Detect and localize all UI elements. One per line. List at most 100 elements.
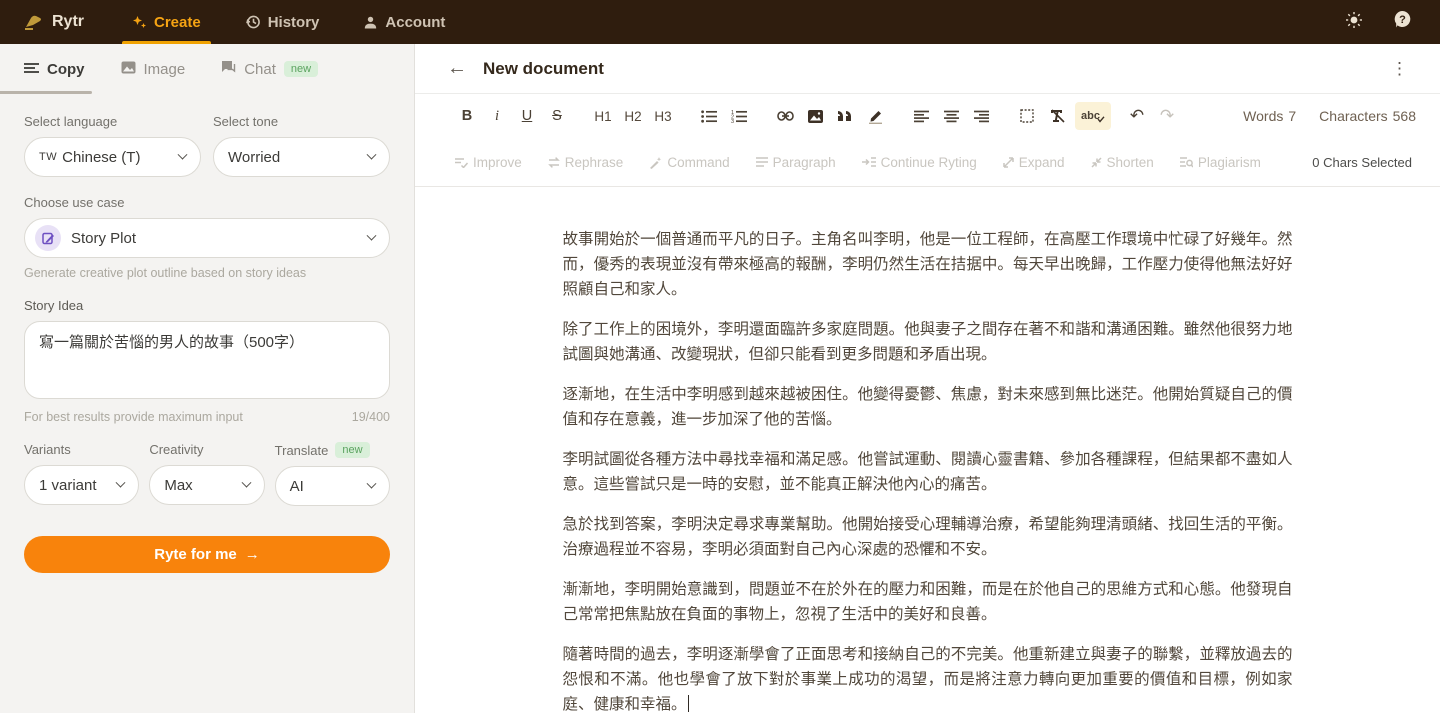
words-label: Words [1243, 108, 1283, 124]
improve-label: Improve [473, 155, 522, 170]
sparkles-icon [132, 15, 147, 30]
use-case-select[interactable]: Story Plot [24, 218, 390, 258]
top-navbar: Rytr Create History Account ? [0, 0, 1440, 44]
svg-text:?: ? [1399, 14, 1406, 26]
story-idea-input[interactable]: 寫一篇關於苦惱的男人的故事（500字） [24, 321, 390, 399]
use-case-helper: Generate creative plot outline based on … [24, 266, 390, 280]
rephrase-label: Rephrase [565, 155, 624, 170]
chevron-down-icon [367, 230, 377, 240]
plagiarism-label: Plagiarism [1198, 155, 1261, 170]
tab-copy-label: Copy [47, 61, 85, 78]
use-case-label: Choose use case [24, 195, 390, 210]
nav-label-history: History [268, 14, 320, 31]
command-label: Command [667, 155, 729, 170]
tab-chat[interactable]: Chat new [221, 60, 318, 78]
paragraph[interactable]: 隨著時間的過去，李明逐漸學會了正面思考和接納自己的不完美。他重新建立與妻子的聯繫… [563, 642, 1293, 713]
translate-label: Translate [275, 443, 329, 458]
improve-button[interactable]: Improve [455, 155, 522, 170]
paragraph[interactable]: 除了工作上的困境外，李明還面臨許多家庭問題。他與妻子之間存在著不和諧和溝通困難。… [563, 317, 1293, 367]
document-editor[interactable]: 故事開始於一個普通而平凡的日子。主角名叫李明，他是一位工程師，在高壓工作環境中忙… [415, 187, 1440, 713]
clear-format-button[interactable] [1045, 102, 1069, 130]
rephrase-button[interactable]: Rephrase [548, 155, 624, 170]
chevron-down-icon [367, 149, 377, 159]
copy-lines-icon [24, 61, 39, 78]
tone-value: Worried [228, 149, 368, 166]
paragraph[interactable]: 漸漸地，李明開始意識到，問題並不在於外在的壓力和困難，而是在於他自己的思維方式和… [563, 577, 1293, 627]
chars-selected-info: 0 Chars Selected [1312, 155, 1412, 170]
rytr-brand[interactable]: Rytr [0, 0, 110, 44]
sidebar-tabs: Copy Image Chat new [0, 44, 414, 94]
shorten-button[interactable]: Shorten [1091, 155, 1154, 170]
paragraph[interactable]: 故事開始於一個普通而平凡的日子。主角名叫李明，他是一位工程師，在高壓工作環境中忙… [563, 227, 1293, 302]
expand-label: Expand [1019, 155, 1065, 170]
kebab-menu-icon[interactable]: ⋮ [1385, 59, 1414, 79]
person-icon [363, 15, 378, 30]
variants-value: 1 variant [39, 477, 117, 494]
plagiarism-button[interactable]: Plagiarism [1180, 155, 1261, 170]
char-counter: 19/400 [352, 410, 390, 424]
undo-button[interactable]: ↶ [1125, 102, 1149, 130]
select-all-button[interactable] [1015, 102, 1039, 130]
shorten-label: Shorten [1107, 155, 1154, 170]
quote-button[interactable] [833, 102, 857, 130]
link-button[interactable] [773, 102, 797, 130]
tone-select[interactable]: Worried [213, 137, 390, 177]
translate-select[interactable]: AI [275, 466, 390, 506]
theme-toggle-icon[interactable] [1345, 11, 1363, 34]
tone-label: Select tone [213, 114, 390, 129]
bold-button[interactable]: B [455, 102, 479, 130]
highlight-button[interactable] [863, 102, 887, 130]
align-left-button[interactable] [909, 102, 933, 130]
nav-item-create[interactable]: Create [110, 0, 223, 44]
ordered-list-button[interactable]: 123 [727, 102, 751, 130]
brand-name: Rytr [52, 13, 84, 31]
align-center-button[interactable] [939, 102, 963, 130]
characters-label: Characters [1319, 108, 1387, 124]
language-value: Chinese (T) [62, 149, 179, 166]
redo-button[interactable]: ↷ [1155, 102, 1179, 130]
expand-button[interactable]: Expand [1003, 155, 1065, 170]
translate-new-badge: new [335, 442, 369, 458]
text-cursor [688, 695, 689, 712]
chevron-down-icon [241, 477, 251, 487]
back-arrow-icon[interactable]: ← [447, 57, 467, 80]
story-plot-icon [35, 225, 61, 251]
bullet-list-button[interactable] [697, 102, 721, 130]
creativity-select[interactable]: Max [149, 465, 264, 505]
image-button[interactable] [803, 102, 827, 130]
translate-value: AI [290, 478, 368, 495]
paragraph[interactable]: 急於找到答案，李明決定尋求專業幫助。他開始接受心理輔導治療，希望能夠理清頭緒、找… [563, 512, 1293, 562]
svg-text:3: 3 [731, 119, 734, 123]
nav-item-account[interactable]: Account [341, 0, 467, 44]
h2-button[interactable]: H2 [621, 102, 645, 130]
language-prefix: TW [39, 151, 57, 163]
underline-button[interactable]: U [515, 102, 539, 130]
strikethrough-button[interactable]: S [545, 102, 569, 130]
sidebar: Copy Image Chat new Select language [0, 44, 415, 713]
paragraph-button[interactable]: Paragraph [756, 155, 836, 170]
ryte-for-me-button[interactable]: Ryte for me → [24, 536, 390, 573]
tab-copy[interactable]: Copy [24, 61, 85, 78]
spellcheck-button[interactable]: abc [1075, 102, 1111, 130]
paragraph[interactable]: 逐漸地，在生活中李明感到越來越被困住。他變得憂鬱、焦慮，對未來感到無比迷茫。他開… [563, 382, 1293, 432]
help-icon[interactable]: ? [1393, 10, 1412, 34]
align-right-button[interactable] [969, 102, 993, 130]
language-select[interactable]: TW Chinese (T) [24, 137, 201, 177]
chevron-down-icon [178, 149, 188, 159]
h3-button[interactable]: H3 [651, 102, 675, 130]
command-button[interactable]: Command [649, 155, 729, 170]
chat-bubble-icon [221, 60, 236, 78]
rytr-logo-icon [24, 14, 44, 30]
continue-ryting-button[interactable]: Continue Ryting [862, 155, 977, 170]
h1-button[interactable]: H1 [591, 102, 615, 130]
tab-image[interactable]: Image [121, 61, 186, 78]
italic-button[interactable]: i [485, 102, 509, 130]
language-label: Select language [24, 114, 201, 129]
document-stats: Words7 Characters568 [1238, 108, 1416, 124]
variants-select[interactable]: 1 variant [24, 465, 139, 505]
formatting-toolbar: B i U S H1 H2 H3 123 [415, 94, 1440, 138]
nav-item-history[interactable]: History [223, 0, 342, 44]
paragraph[interactable]: 李明試圖從各種方法中尋找幸福和滿足感。他嘗試運動、閱讀心靈書籍、參加各種課程，但… [563, 447, 1293, 497]
document-title[interactable]: New document [483, 59, 604, 79]
nav-label-account: Account [385, 14, 445, 31]
